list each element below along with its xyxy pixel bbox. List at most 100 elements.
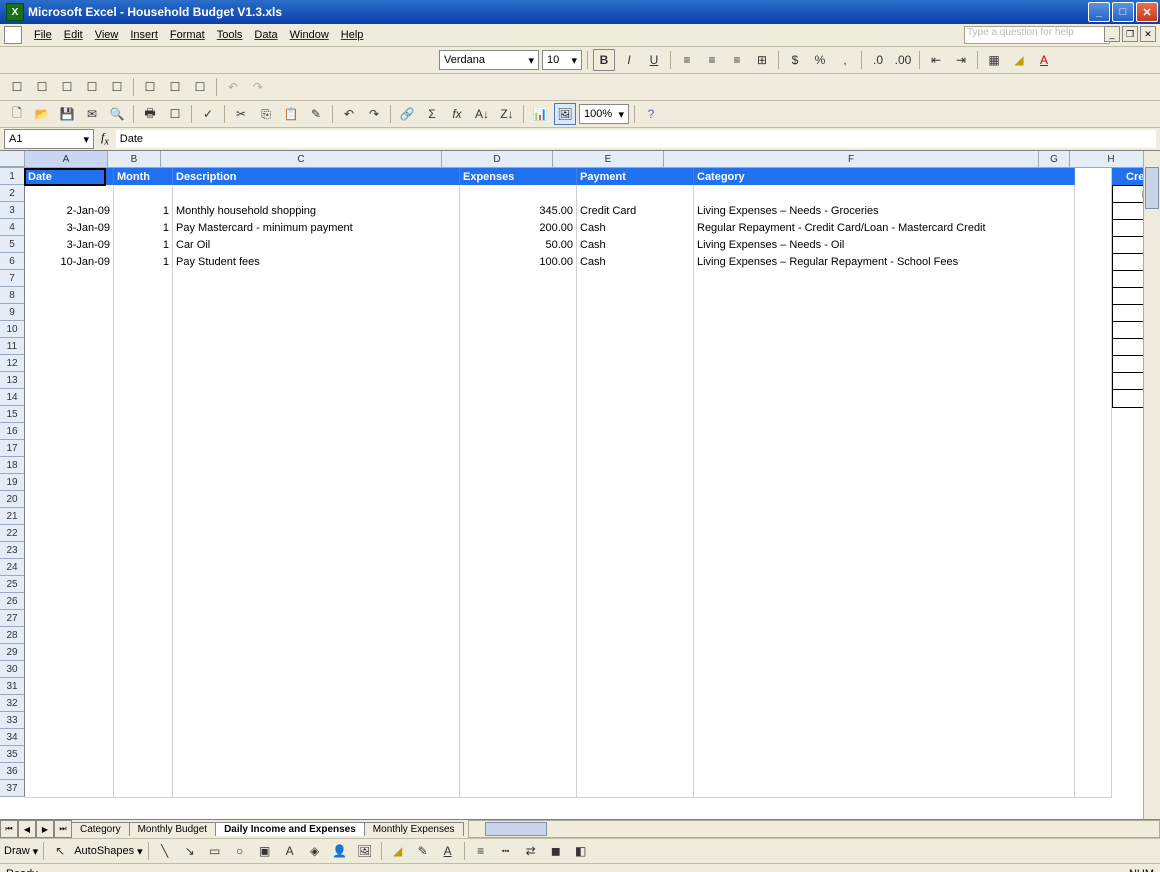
cell[interactable] xyxy=(114,627,173,645)
cell[interactable] xyxy=(1075,253,1112,271)
cell[interactable] xyxy=(25,406,114,424)
cell[interactable] xyxy=(25,610,114,628)
cell[interactable]: 1 xyxy=(114,219,173,237)
cell[interactable] xyxy=(1075,185,1112,203)
cell[interactable]: Category xyxy=(694,168,1075,186)
fill-color-button[interactable]: ◢ xyxy=(387,840,409,862)
cell[interactable] xyxy=(25,185,114,203)
cell[interactable] xyxy=(694,627,1075,645)
horizontal-scrollbar[interactable] xyxy=(468,820,1160,838)
menu-insert[interactable]: Insert xyxy=(124,27,164,43)
cell[interactable] xyxy=(460,763,577,781)
cell[interactable] xyxy=(25,338,114,356)
row-header[interactable]: 6 xyxy=(0,253,25,270)
cell[interactable] xyxy=(694,661,1075,679)
menu-help[interactable]: Help xyxy=(335,27,370,43)
email-button[interactable]: ✉ xyxy=(81,103,103,125)
cell[interactable] xyxy=(173,525,460,543)
cell[interactable] xyxy=(577,729,694,747)
clipart-button[interactable]: 👤 xyxy=(329,840,351,862)
chart-button[interactable]: 📊 xyxy=(529,103,551,125)
cell[interactable] xyxy=(460,661,577,679)
cell[interactable] xyxy=(694,525,1075,543)
menu-data[interactable]: Data xyxy=(248,27,283,43)
cell[interactable] xyxy=(694,321,1075,339)
format-painter-button[interactable]: ✎ xyxy=(305,103,327,125)
cell[interactable] xyxy=(114,406,173,424)
help-button[interactable]: ? xyxy=(640,103,662,125)
cell[interactable] xyxy=(460,593,577,611)
tool-button[interactable]: ↶ xyxy=(222,76,244,98)
open-button[interactable]: 📂 xyxy=(31,103,53,125)
row-header[interactable]: 1 xyxy=(0,168,25,185)
row-header[interactable]: 35 xyxy=(0,746,25,763)
picture-button[interactable]: 🖼 xyxy=(354,840,376,862)
row-header[interactable]: 36 xyxy=(0,763,25,780)
cell[interactable] xyxy=(1075,270,1112,288)
col-header-C[interactable]: C xyxy=(161,151,442,167)
cell[interactable]: 200.00 xyxy=(460,219,577,237)
cell[interactable] xyxy=(25,525,114,543)
arrow-button[interactable]: ↘ xyxy=(179,840,201,862)
cell[interactable] xyxy=(577,372,694,390)
sheet-tab-daily-income[interactable]: Daily Income and Expenses xyxy=(215,822,365,836)
underline-button[interactable]: U xyxy=(643,49,665,71)
cell[interactable] xyxy=(25,729,114,747)
row-header[interactable]: 21 xyxy=(0,508,25,525)
font-color-button[interactable]: A xyxy=(437,840,459,862)
sheet-tab-monthly-expenses[interactable]: Monthly Expenses xyxy=(364,822,464,836)
tool-button[interactable]: ☐ xyxy=(81,76,103,98)
cell[interactable] xyxy=(25,780,114,798)
cell[interactable]: Car Oil xyxy=(173,236,460,254)
cell[interactable] xyxy=(173,593,460,611)
cell[interactable]: 1 xyxy=(114,253,173,271)
menu-view[interactable]: View xyxy=(89,27,125,43)
cell[interactable] xyxy=(25,559,114,577)
cell[interactable] xyxy=(1075,542,1112,560)
cell[interactable] xyxy=(173,270,460,288)
cell[interactable]: 345.00 xyxy=(460,202,577,220)
cell[interactable] xyxy=(1075,372,1112,390)
rectangle-button[interactable]: ▭ xyxy=(204,840,226,862)
align-left-button[interactable]: ≡ xyxy=(676,49,698,71)
cell[interactable] xyxy=(460,423,577,441)
cell[interactable] xyxy=(460,610,577,628)
function-button[interactable]: fx xyxy=(446,103,468,125)
cell[interactable] xyxy=(577,270,694,288)
cell[interactable] xyxy=(694,559,1075,577)
cell[interactable]: 10-Jan-09 xyxy=(25,253,114,271)
comma-button[interactable]: , xyxy=(834,49,856,71)
cell[interactable] xyxy=(694,695,1075,713)
sheet-tab-monthly-budget[interactable]: Monthly Budget xyxy=(129,822,217,836)
cell[interactable]: Living Expenses – Needs - Oil xyxy=(694,236,1075,254)
cell[interactable]: Cash xyxy=(577,219,694,237)
cell[interactable] xyxy=(25,576,114,594)
cell[interactable]: Living Expenses – Needs - Groceries xyxy=(694,202,1075,220)
cell[interactable] xyxy=(1075,168,1112,186)
name-box[interactable]: A1▾ xyxy=(4,129,94,149)
cell[interactable] xyxy=(694,406,1075,424)
cell[interactable]: Month xyxy=(114,168,173,186)
cell[interactable] xyxy=(173,338,460,356)
cell[interactable] xyxy=(173,185,460,203)
formula-input[interactable]: Date xyxy=(116,130,1156,148)
cell[interactable] xyxy=(1075,474,1112,492)
cell[interactable]: Date xyxy=(25,168,114,186)
cell[interactable] xyxy=(577,389,694,407)
font-name-select[interactable]: Verdana▾ xyxy=(439,50,539,70)
cell[interactable] xyxy=(173,508,460,526)
cell[interactable] xyxy=(460,712,577,730)
tool-button[interactable]: ☐ xyxy=(106,76,128,98)
tool-button[interactable]: ☐ xyxy=(164,76,186,98)
cell[interactable] xyxy=(460,372,577,390)
cell[interactable] xyxy=(114,780,173,798)
shadow-button[interactable]: ◼ xyxy=(545,840,567,862)
cell[interactable] xyxy=(1075,780,1112,798)
row-header[interactable]: 34 xyxy=(0,729,25,746)
close-button[interactable]: ✕ xyxy=(1136,2,1158,22)
row-header[interactable]: 3 xyxy=(0,202,25,219)
cell[interactable] xyxy=(114,321,173,339)
cell[interactable] xyxy=(1075,457,1112,475)
cell[interactable] xyxy=(694,338,1075,356)
cell[interactable] xyxy=(173,712,460,730)
